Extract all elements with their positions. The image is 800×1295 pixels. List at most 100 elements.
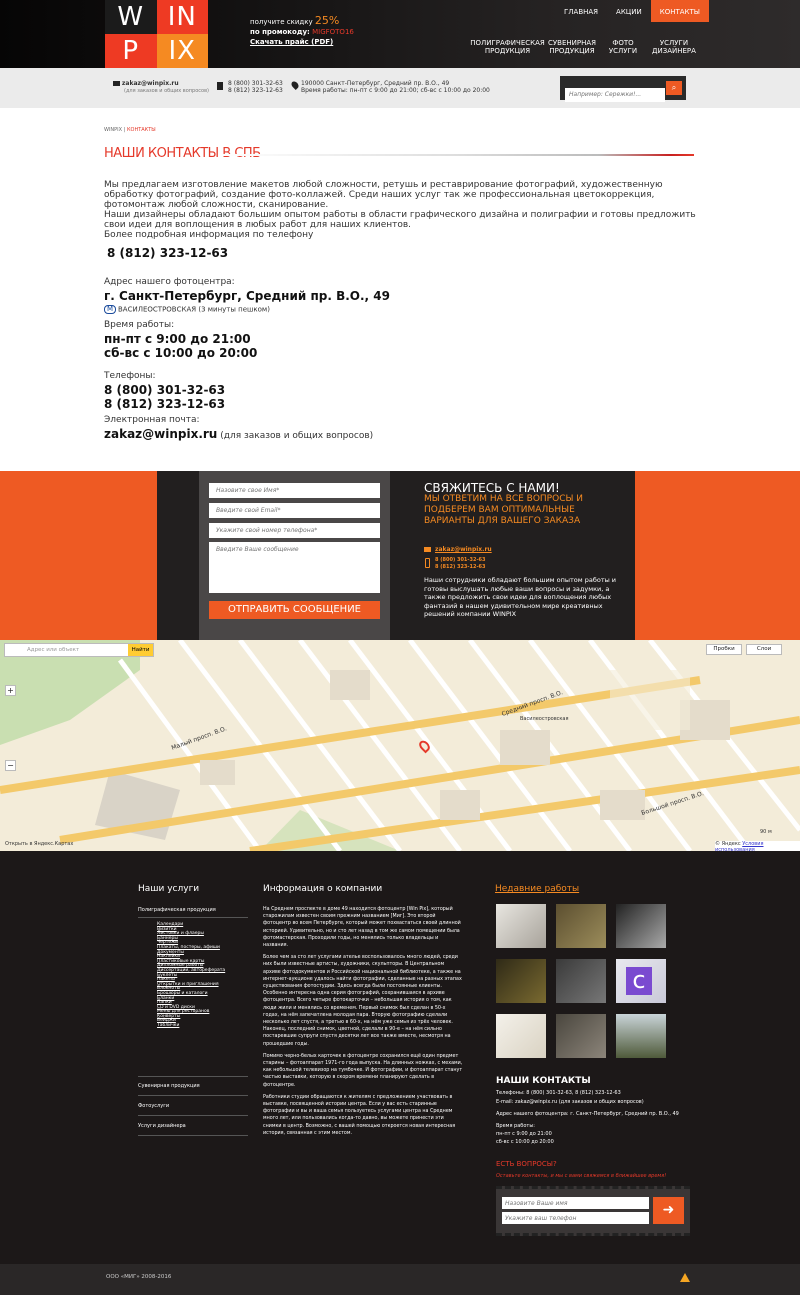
phone-812: 8 (812) 323-12-63	[104, 397, 226, 411]
contact-subtitle: МЫ ОТВЕТИМ НА ВСЕ ВОПРОСЫ И ПОДБЕРЕМ ВАМ…	[424, 494, 584, 526]
footer-svc-polygraphy[interactable]: Полиграфическая продукция	[138, 907, 216, 913]
phones-label: Телефоны:	[104, 371, 156, 381]
footer-svc-photo[interactable]: Фотоуслуги	[138, 1103, 169, 1109]
footer-contacts-address: Адрес нашего фотоцентра: г. Санкт-Петерб…	[496, 1111, 679, 1117]
contact-email[interactable]: zakaz@winpix.ru	[435, 546, 492, 553]
nav-home[interactable]: ГЛАВНАЯ	[555, 0, 607, 22]
footer-contacts-hours1: пн-пт с 9:00 до 21:00	[496, 1131, 552, 1137]
map[interactable]: Адрес или объект Найти Пробки Слои + − М…	[0, 640, 800, 851]
poi-label: Василеостровская	[520, 716, 569, 722]
map-find-button[interactable]: Найти	[128, 644, 153, 656]
recent-work-thumb[interactable]	[616, 1014, 666, 1058]
email-line: zakaz@winpix.ru (для заказов и общих воп…	[104, 427, 373, 441]
nav-souvenir[interactable]: СУВЕНИРНАЯ ПРОДУКЦИЯ	[548, 39, 596, 55]
mail-icon	[424, 547, 431, 552]
footer-recent-title[interactable]: Недавние работы	[495, 884, 579, 894]
divider	[138, 1135, 248, 1136]
hours-label: Время работы:	[104, 320, 175, 330]
map-open-link[interactable]: Открыть в Яндекс.Картах	[5, 841, 73, 847]
recent-work-thumb[interactable]	[556, 959, 606, 1003]
form-submit-button[interactable]: ОТПРАВИТЬ СООБЩЕНИЕ	[209, 601, 380, 619]
footer-svc-design[interactable]: Услуги дизайнера	[138, 1123, 186, 1129]
footer-svc-souvenir[interactable]: Сувенирная продукция	[138, 1083, 200, 1089]
divider	[138, 1115, 248, 1116]
phone-icon	[425, 558, 430, 568]
address-label: Адрес нашего фотоцентра:	[104, 277, 235, 287]
scroll-top-icon[interactable]	[680, 1273, 690, 1282]
mail-icon	[113, 81, 120, 86]
promo-code-label: по промокоду:	[250, 28, 310, 36]
metro-text: ВАСИЛЕОСТРОВСКАЯ (3 минуты пешком)	[118, 305, 270, 314]
nav-photo[interactable]: ФОТО УСЛУГИ	[599, 39, 647, 55]
search-button[interactable]: ⌕	[666, 81, 682, 95]
nav-contacts[interactable]: КОНТАКТЫ	[650, 0, 709, 22]
map-search-input[interactable]: Адрес или объект	[5, 647, 79, 653]
phone-800: 8 (800) 301-32-63	[104, 383, 226, 397]
form-message-input[interactable]	[209, 542, 380, 593]
hours-weekdays: пн-пт с 9:00 до 21:00	[104, 332, 251, 346]
nav-sales[interactable]: АКЦИИ	[607, 0, 651, 22]
metro-icon: M	[104, 305, 116, 314]
contact-title: СВЯЖИТЕСЬ С НАМИ!	[424, 481, 560, 495]
divider	[138, 917, 248, 918]
footer-contacts-email: E-mail: zakaz@winpix.ru (для заказов и о…	[496, 1099, 644, 1105]
search-box: ⌕	[560, 76, 686, 102]
nav-polygraphy[interactable]: ПОЛИГРАФИЧЕСКАЯ ПРОДУКЦИЯ	[470, 39, 545, 55]
callback-name-input[interactable]	[502, 1197, 649, 1209]
footer-contacts-hours2: сб-вс с 10:00 до 20:00	[496, 1139, 554, 1145]
callback-submit-button[interactable]: ➜	[653, 1197, 684, 1224]
contact-phones: 8 (800) 301-32-63 8 (812) 323-12-63	[435, 557, 485, 571]
intro-p2: Наши дизайнеры обладают большим опытом р…	[104, 210, 696, 230]
metro-info: M ВАСИЛЕОСТРОВСКАЯ (3 минуты пешком)	[104, 305, 270, 314]
recent-work-thumb[interactable]	[616, 904, 666, 948]
form-email-input[interactable]	[209, 503, 380, 518]
logo[interactable]: W IN P IX	[105, 0, 208, 68]
map-layers-button[interactable]: Слои	[746, 644, 782, 655]
info-email-link[interactable]: zakaz@winpix.ru	[122, 80, 179, 87]
map-zoom-in-button[interactable]: +	[5, 685, 16, 696]
breadcrumb-home[interactable]: WINPIX	[104, 127, 122, 133]
address-value: г. Санкт-Петербург, Средний пр. В.О., 49	[104, 289, 390, 303]
intro-text: Мы предлагаем изготовление макетов любой…	[104, 180, 704, 240]
info-paragraph: На Среднем проспекте в доме 49 находится…	[263, 907, 461, 949]
map-zoom-out-button[interactable]: −	[5, 760, 16, 771]
search-input[interactable]	[565, 87, 665, 102]
map-graphic	[0, 640, 800, 851]
price-download-link[interactable]: Скачать прайс (PDF)	[250, 38, 333, 46]
contact-phone2: 8 (812) 323-12-63	[435, 564, 486, 570]
phone-icon	[217, 82, 223, 90]
top-nav: ГЛАВНАЯ АКЦИИ КОНТАКТЫ	[555, 0, 709, 22]
copyright-text: ООО «МИГ» 2008-2016	[106, 1274, 172, 1280]
info-email: zakaz@winpix.ru (для заказов и общих воп…	[113, 80, 209, 95]
promo-percent: 25%	[314, 14, 340, 27]
logo-in: IN	[156, 0, 208, 34]
form-name-input[interactable]	[209, 483, 380, 498]
footer-info-text: На Среднем проспекте в доме 49 находится…	[263, 906, 463, 1137]
recent-work-thumb[interactable]	[496, 904, 546, 948]
divider	[138, 1095, 248, 1096]
nav-design[interactable]: УСЛУГИ ДИЗАЙНЕРА	[650, 39, 698, 55]
promo-block: получите скидку 25% по промокоду: MIGFOT…	[250, 14, 380, 47]
more-info-text: Более подробная информация по телефону	[104, 230, 314, 240]
breadcrumb: WINPIX | КОНТАКТЫ	[104, 127, 156, 133]
footer-svc-subitem[interactable]: Таблички	[157, 1023, 225, 1029]
recent-work-thumb[interactable]	[496, 1014, 546, 1058]
map-traffic-button[interactable]: Пробки	[706, 644, 742, 655]
email-label: Электронная почта:	[104, 415, 200, 425]
recent-work-thumb[interactable]	[556, 1014, 606, 1058]
recent-work-thumb[interactable]	[556, 904, 606, 948]
logo-ix: IX	[156, 34, 208, 68]
footer-info-title: Информация о компании	[263, 884, 383, 894]
recent-work-thumb[interactable]: c	[616, 959, 666, 1003]
footer-questions-title: ЕСТЬ ВОПРОСЫ?	[496, 1160, 557, 1168]
email-note: (для заказов и общих вопросов)	[220, 431, 374, 441]
footer-svc-sublist: Календари Визитки Листовки и флаеры Баннеры…	[157, 922, 225, 1029]
form-phone-input[interactable]	[209, 523, 380, 538]
search-icon: ⌕	[671, 83, 677, 92]
footer-contacts-hours-label: Время работы:	[496, 1123, 535, 1129]
info-address: 190000 Санкт-Петербург, Средний пр. В.О.…	[290, 80, 490, 94]
callback-phone-input[interactable]	[502, 1212, 649, 1224]
email-value[interactable]: zakaz@winpix.ru	[104, 427, 217, 441]
info-phone1: 8 (800) 301-32-63	[228, 80, 283, 87]
recent-work-thumb[interactable]	[496, 959, 546, 1003]
